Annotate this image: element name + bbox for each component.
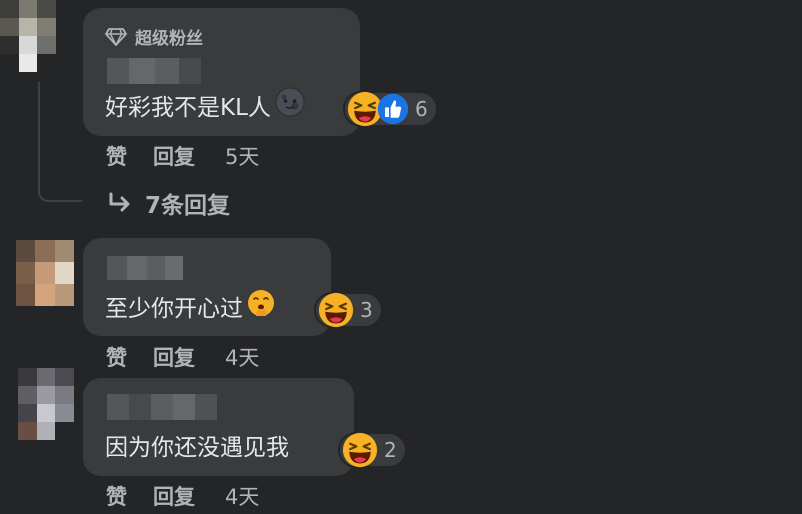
reply-button[interactable]: 回复 [153,141,195,171]
reaction-count: 2 [384,438,397,462]
reply-arrow-icon [109,192,130,212]
reaction-count: 3 [360,298,373,322]
reply-button[interactable]: 回复 [153,481,195,511]
new-moon-face-icon [275,87,305,123]
avatar[interactable] [16,240,74,306]
like-button[interactable]: 赞 [106,481,127,511]
avatar[interactable] [18,368,74,440]
reactions-summary[interactable]: 3 [314,292,383,328]
comment-text: 因为你还没遇见我 [105,435,289,461]
comment-actions: 赞 回复 4天 [106,342,259,372]
badge-label: 超级粉丝 [135,29,203,49]
avatar[interactable] [0,0,56,72]
commenter-name[interactable] [107,58,201,84]
face-with-hand-over-mouth-icon [247,289,275,323]
reaction-count: 6 [415,97,428,121]
like-button[interactable]: 赞 [106,141,127,171]
commenter-name[interactable] [107,256,183,280]
reply-button[interactable]: 回复 [153,342,195,372]
like-button[interactable]: 赞 [106,342,127,372]
timestamp[interactable]: 4天 [225,481,259,511]
haha-reaction-icon [342,432,378,468]
like-reaction-icon [377,93,409,125]
thread-connector [38,82,82,202]
diamond-icon [105,27,127,46]
fan-badge: 超级粉丝 [105,24,203,49]
reactions-summary[interactable]: 2 [338,432,407,468]
timestamp[interactable]: 5天 [225,141,259,171]
comment-text: 至少你开心过 [105,289,275,323]
comment-actions: 赞 回复 4天 [106,481,259,511]
reactions-summary[interactable]: 6 [343,91,438,127]
haha-reaction-icon [318,292,354,328]
comment-text: 好彩我不是KL人 [105,87,305,123]
timestamp[interactable]: 4天 [225,342,259,372]
view-replies-link[interactable]: 7条回复 [107,186,230,220]
view-replies-label: 7条回复 [145,193,231,219]
commenter-name[interactable] [107,394,217,420]
comment-actions: 赞 回复 5天 [106,141,259,171]
